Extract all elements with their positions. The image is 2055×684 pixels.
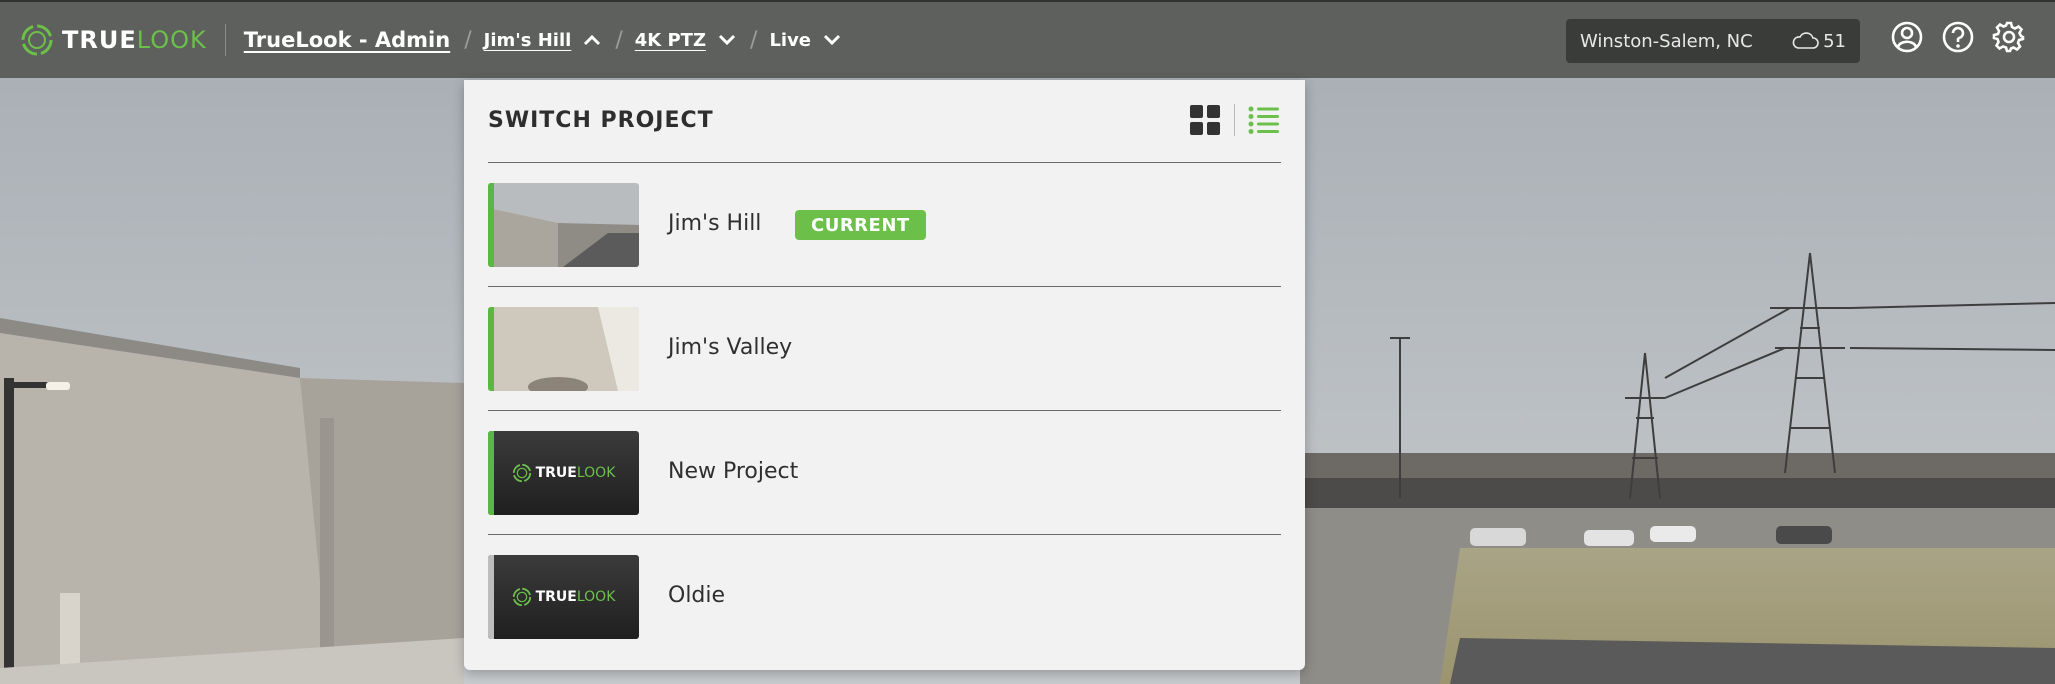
project-row-jims-valley[interactable]: Jim's Valley: [488, 286, 1281, 410]
truelook-logo-icon: [512, 587, 531, 607]
chevron-up-icon: [584, 34, 601, 46]
project-row-jims-hill[interactable]: Jim's Hill CURRENT: [488, 162, 1281, 286]
breadcrumb-separator: /: [750, 27, 758, 53]
project-thumbnail: [488, 307, 639, 391]
project-row-oldie[interactable]: TRUE LOOK Oldie: [488, 534, 1281, 658]
logo-wordmark: TRUELOOK: [62, 26, 207, 54]
project-status-bar: [488, 307, 494, 391]
breadcrumb-separator: /: [464, 27, 472, 53]
project-status-bar: [488, 431, 494, 515]
breadcrumb-camera-label: 4K PTZ: [634, 29, 707, 51]
project-row-new-project[interactable]: TRUE LOOK New Project: [488, 410, 1281, 534]
truelook-logo-icon: [512, 463, 531, 483]
breadcrumb-admin-link[interactable]: TrueLook - Admin: [244, 28, 450, 52]
truelook-placeholder-logo: TRUE LOOK: [488, 431, 639, 515]
breadcrumb-camera-dropdown[interactable]: 4K PTZ: [635, 30, 736, 51]
weather-readout: 51: [1791, 31, 1846, 52]
project-thumbnail: [488, 183, 639, 267]
logo-divider: [224, 24, 226, 56]
truelook-placeholder-logo: TRUE LOOK: [488, 555, 639, 639]
project-status-bar: [488, 555, 494, 639]
project-status-bar: [488, 183, 494, 267]
project-name: Oldie: [668, 583, 726, 608]
top-navigation-bar: TRUELOOK TrueLook - Admin / Jim's Hill /…: [0, 0, 2055, 78]
temperature-value: 51: [1823, 30, 1846, 52]
breadcrumb-project-label: Jim's Hill: [483, 29, 572, 51]
truelook-logo-icon: [21, 24, 53, 56]
chevron-down-icon: [823, 34, 841, 46]
breadcrumb-mode-label: Live: [769, 29, 812, 51]
camera-thumbnail-image: [488, 183, 639, 267]
grid-view-icon[interactable]: [1189, 104, 1221, 136]
project-name: New Project: [668, 459, 799, 484]
settings-gear-icon[interactable]: [1992, 20, 2026, 54]
chevron-down-icon: [718, 34, 736, 46]
user-icon[interactable]: [1890, 20, 1924, 54]
list-view-icon[interactable]: [1248, 104, 1280, 136]
project-thumbnail: TRUE LOOK: [488, 431, 639, 515]
location-city: Winston-Salem, NC: [1580, 30, 1753, 52]
camera-thumbnail-image: [488, 307, 639, 391]
cloud-icon: [1792, 32, 1819, 49]
view-toggle-divider: [1234, 104, 1235, 136]
project-thumbnail: TRUE LOOK: [488, 555, 639, 639]
breadcrumb-separator: /: [615, 27, 623, 53]
truelook-logo[interactable]: TRUELOOK: [20, 23, 207, 57]
current-badge: CURRENT: [795, 210, 926, 240]
project-list: Jim's Hill CURRENT Jim's Valley TRUE LOO…: [488, 162, 1281, 658]
location-weather-box: Winston-Salem, NC 51: [1566, 19, 1860, 63]
panel-title: SWITCH PROJECT: [488, 108, 714, 133]
project-name: Jim's Valley: [668, 335, 793, 360]
help-icon[interactable]: [1941, 20, 1975, 54]
switch-project-panel: SWITCH PROJECT Jim's Hill CURRENT Jim's …: [464, 80, 1305, 670]
breadcrumb-mode-dropdown[interactable]: Live: [769, 30, 841, 51]
breadcrumb-project-dropdown[interactable]: Jim's Hill: [484, 30, 602, 51]
project-name: Jim's Hill: [668, 211, 762, 236]
